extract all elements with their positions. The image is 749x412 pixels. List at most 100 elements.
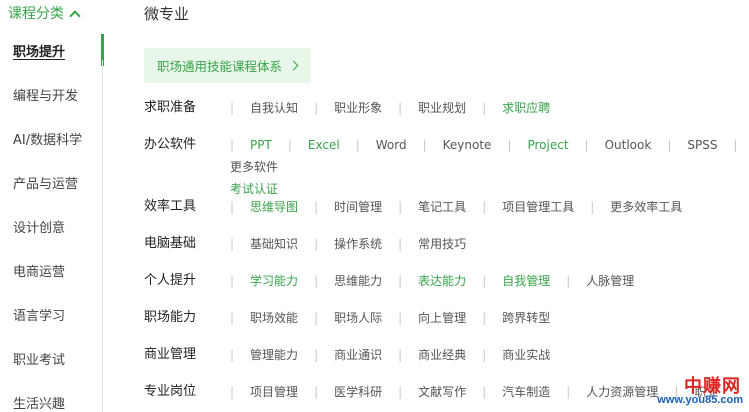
tag-link[interactable]: 商业经典: [418, 344, 482, 366]
tag-link[interactable]: 商业通识: [334, 344, 398, 366]
tag-link[interactable]: Excel: [308, 134, 356, 156]
sidebar-item[interactable]: 职业考试: [0, 336, 104, 380]
tag-separator: |: [287, 138, 292, 152]
tag-link[interactable]: 笔记工具: [418, 196, 482, 218]
tag-separator: |: [398, 237, 403, 251]
category-label: 专业岗位: [144, 384, 197, 399]
tag-link[interactable]: 人脉管理: [586, 270, 650, 292]
tag-separator: |: [482, 385, 487, 399]
tag-separator: |: [667, 138, 672, 152]
category-label: 办公软件: [144, 137, 197, 152]
tag-link[interactable]: 跨界转型: [502, 307, 566, 329]
category-label: 效率工具: [144, 199, 197, 214]
tag-link[interactable]: 求职应聘: [502, 97, 566, 119]
chevron-right-icon: [288, 60, 299, 71]
tag-separator: |: [230, 237, 235, 251]
chevron-up-icon: [69, 9, 81, 22]
category-row: 商业管理 | 管理能力 | 商业通识 | 商业经典 | 商业实战: [144, 344, 749, 366]
category-label: 求职准备: [144, 100, 197, 115]
tag-list: | 自我认知 | 职业形象 | 职业规划 | 求职应聘: [230, 97, 749, 119]
tag-link[interactable]: 自我管理: [502, 270, 566, 292]
sidebar-item[interactable]: 职场提升: [0, 28, 104, 72]
tag-link[interactable]: 思维能力: [334, 270, 398, 292]
category-row: 求职准备 | 自我认知 | 职业形象 | 职业规划 | 求职应聘: [144, 97, 749, 119]
tag-separator: |: [482, 311, 487, 325]
sidebar-item[interactable]: 编程与开发: [0, 72, 104, 116]
tag-link[interactable]: 职业规划: [418, 97, 482, 119]
tag-separator: |: [398, 311, 403, 325]
sidebar-item[interactable]: 设计创意: [0, 204, 104, 248]
tag-link[interactable]: 基础知识: [250, 233, 314, 255]
category-row: 办公软件 | PPT | Excel | Word | Keynote | Project | Outl…: [144, 134, 749, 200]
category-toggle[interactable]: 课程分类: [8, 2, 81, 24]
tag-separator: |: [422, 138, 427, 152]
tag-separator: |: [584, 138, 589, 152]
tag-link[interactable]: 思维导图: [250, 196, 314, 218]
tag-link[interactable]: 项目管理工具: [502, 196, 590, 218]
category-label: 个人提升: [144, 273, 197, 288]
sidebar-divider: [102, 60, 103, 412]
course-path-link[interactable]: 职场通用技能课程体系: [144, 48, 312, 83]
tag-link[interactable]: Keynote: [443, 134, 508, 156]
tag-separator: |: [230, 385, 235, 399]
tag-link[interactable]: Project: [527, 134, 584, 156]
watermark-url: www.you85.com: [657, 394, 743, 406]
tag-separator: |: [230, 348, 235, 362]
tag-separator: |: [733, 138, 738, 152]
tag-separator: |: [590, 200, 595, 214]
tag-separator: |: [566, 274, 571, 288]
category-label: 商业管理: [144, 347, 197, 362]
sidebar-item[interactable]: 语言学习: [0, 292, 104, 336]
tag-list: | 思维导图 | 时间管理 | 笔记工具 | 项目管理工具 | 更多效率工具: [230, 196, 749, 218]
tag-separator: |: [314, 237, 319, 251]
tag-list: | PPT | Excel | Word | Keynote | Project | Outlook |…: [230, 134, 749, 200]
course-path-label: 职场通用技能课程体系: [157, 59, 283, 74]
tag-link[interactable]: 医学科研: [334, 381, 398, 403]
tag-link[interactable]: 管理能力: [250, 344, 314, 366]
tag-separator: |: [230, 274, 235, 288]
tag-separator: |: [398, 274, 403, 288]
tag-separator: |: [398, 348, 403, 362]
tag-separator: |: [314, 311, 319, 325]
tag-link[interactable]: 项目管理: [250, 381, 314, 403]
tag-separator: |: [314, 274, 319, 288]
tag-link[interactable]: Word: [376, 134, 423, 156]
tag-separator: |: [314, 385, 319, 399]
sidebar-item[interactable]: 产品与运营: [0, 160, 104, 204]
sidebar-item[interactable]: AI/数据科学: [0, 116, 104, 160]
tag-link[interactable]: 表达能力: [418, 270, 482, 292]
tag-link[interactable]: 操作系统: [334, 233, 398, 255]
tag-link[interactable]: 商业实战: [502, 344, 566, 366]
tag-separator: |: [314, 348, 319, 362]
tag-link[interactable]: 更多效率工具: [610, 196, 698, 218]
tag-separator: |: [482, 101, 487, 115]
tag-link[interactable]: 学习能力: [250, 270, 314, 292]
tag-link[interactable]: 更多软件: [230, 156, 294, 178]
tag-separator: |: [566, 385, 571, 399]
tag-link[interactable]: SPSS: [687, 134, 733, 156]
tag-link[interactable]: 向上管理: [418, 307, 482, 329]
tag-link[interactable]: 常用技巧: [418, 233, 482, 255]
sidebar-item[interactable]: 生活兴趣: [0, 380, 104, 412]
tag-separator: |: [482, 200, 487, 214]
tag-separator: |: [507, 138, 512, 152]
tag-separator: |: [230, 138, 235, 152]
tag-separator: |: [355, 138, 360, 152]
tag-link[interactable]: 职场人际: [334, 307, 398, 329]
tag-link[interactable]: Outlook: [605, 134, 668, 156]
tag-link[interactable]: 汽车制造: [502, 381, 566, 403]
sidebar: 课程分类 职场提升 编程与开发 AI/数据科学 产品与运营 设计创意 电商运营 语言学习 职业…: [0, 0, 104, 412]
category-label: 职场能力: [144, 310, 197, 325]
tag-link[interactable]: 时间管理: [334, 196, 398, 218]
category-row: 电脑基础 | 基础知识 | 操作系统 | 常用技巧: [144, 233, 749, 255]
tag-link[interactable]: 文献写作: [418, 381, 482, 403]
tag-link[interactable]: 自我认知: [250, 97, 314, 119]
tag-list: | 职场效能 | 职场人际 | 向上管理 | 跨界转型: [230, 307, 749, 329]
tag-link[interactable]: PPT: [250, 134, 288, 156]
tag-separator: |: [482, 348, 487, 362]
tag-link[interactable]: 职场效能: [250, 307, 314, 329]
tag-separator: |: [314, 200, 319, 214]
sidebar-item[interactable]: 电商运营: [0, 248, 104, 292]
watermark-logo: 中赚网 www.you85.com: [647, 370, 747, 410]
tag-link[interactable]: 职业形象: [334, 97, 398, 119]
